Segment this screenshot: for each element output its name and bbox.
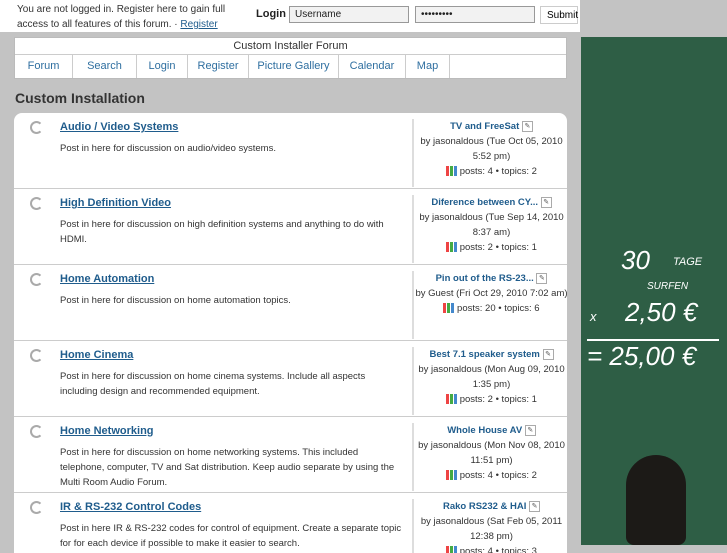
forum-title-link[interactable]: Home Cinema — [60, 349, 133, 361]
person-image — [626, 455, 686, 545]
top-bar: You are not logged in. Register here to … — [0, 0, 580, 32]
last-post-link[interactable]: Diference between CY... — [431, 197, 538, 208]
last-post-link[interactable]: Pin out of the RS-23... — [436, 273, 534, 284]
forum-row: IR & RS-232 Control Codes Post in here I… — [14, 493, 567, 553]
forum-row: High Definition Video Post in here for d… — [14, 189, 567, 265]
stats-icon — [443, 303, 455, 314]
forum-description: Post in here for discussion on home auto… — [60, 295, 291, 306]
last-post-author: by Guest (Fri Oct 29, 2010 7:02 am) — [415, 288, 567, 299]
category-heading: Custom Installation — [15, 90, 145, 106]
view-latest-post-icon[interactable]: ✎ — [521, 120, 533, 132]
forum-title-link[interactable]: High Definition Video — [60, 197, 171, 209]
forum-stats: posts: 4 • topics: 2 — [459, 166, 537, 177]
nav-forum[interactable]: Forum — [15, 55, 73, 78]
last-post-author: by jasonaldous (Tue Sep 14, 2010 8:37 am… — [419, 212, 564, 238]
stats-icon — [446, 242, 458, 253]
forum-stats: posts: 4 • topics: 3 — [459, 546, 537, 553]
view-latest-post-icon[interactable]: ✎ — [536, 272, 548, 284]
stats-icon — [446, 166, 458, 177]
forum-stats: posts: 2 • topics: 1 — [459, 242, 537, 253]
last-post-link[interactable]: TV and FreeSat — [450, 121, 519, 132]
site-title: Custom Installer Forum — [15, 38, 566, 55]
forum-read-icon — [30, 349, 43, 362]
forum-description: Post in here for discussion on high defi… — [60, 219, 384, 245]
forum-title-link[interactable]: IR & RS-232 Control Codes — [60, 501, 201, 513]
forum-title-link[interactable]: Home Networking — [60, 425, 154, 437]
forum-description: Post in here for discussion on audio/vid… — [60, 143, 276, 154]
login-notice: You are not logged in. Register here to … — [17, 4, 226, 30]
view-latest-post-icon[interactable]: ✎ — [529, 500, 541, 512]
last-post-author: by jasonaldous (Tue Oct 05, 2010 5:52 pm… — [420, 136, 563, 162]
last-post-link[interactable]: Whole House AV — [447, 425, 522, 436]
view-latest-post-icon[interactable]: ✎ — [524, 424, 536, 436]
stats-icon — [446, 394, 458, 405]
forum-row: Audio / Video Systems Post in here for d… — [14, 113, 567, 189]
nav-picture-gallery[interactable]: Picture Gallery — [249, 55, 339, 78]
last-post: Pin out of the RS-23... ✎ by Guest (Fri … — [412, 271, 567, 339]
password-input[interactable] — [415, 6, 535, 23]
submit-button[interactable]: Submit — [540, 6, 578, 24]
forum-read-icon — [30, 501, 43, 514]
main-nav: Custom Installer Forum Forum Search Logi… — [14, 37, 567, 79]
last-post-author: by jasonaldous (Mon Nov 08, 2010 11:51 p… — [418, 440, 565, 466]
forum-row: Home Networking Post in here for discuss… — [14, 417, 567, 493]
last-post-link[interactable]: Rako RS232 & HAI — [443, 501, 526, 512]
login-label: Login — [256, 8, 286, 20]
nav-map[interactable]: Map — [406, 55, 450, 78]
forum-read-icon — [30, 197, 43, 210]
last-post: TV and FreeSat ✎ by jasonaldous (Tue Oct… — [412, 119, 567, 187]
username-input[interactable] — [289, 6, 409, 23]
nav-register[interactable]: Register — [188, 55, 249, 78]
stats-icon — [446, 470, 458, 481]
last-post: Diference between CY... ✎ by jasonaldous… — [412, 195, 567, 263]
last-post-author: by jasonaldous (Mon Aug 09, 2010 1:35 pm… — [418, 364, 565, 390]
register-link[interactable]: Register — [180, 19, 217, 30]
forum-read-icon — [30, 273, 43, 286]
forum-title-link[interactable]: Audio / Video Systems — [60, 121, 178, 133]
forum-list: Audio / Video Systems Post in here for d… — [14, 113, 567, 553]
forum-read-icon — [30, 121, 43, 134]
view-latest-post-icon[interactable]: ✎ — [540, 196, 552, 208]
forum-title-link[interactable]: Home Automation — [60, 273, 154, 285]
last-post: Whole House AV ✎ by jasonaldous (Mon Nov… — [412, 423, 567, 491]
nav-login[interactable]: Login — [137, 55, 188, 78]
stats-icon — [446, 546, 458, 553]
forum-stats: posts: 4 • topics: 2 — [459, 470, 537, 481]
last-post-link[interactable]: Best 7.1 speaker system — [429, 349, 539, 360]
advertisement[interactable]: 30 TAGE SURFEN x 2,50 € = 25,00 € — [581, 37, 727, 545]
last-post: Best 7.1 speaker system ✎ by jasonaldous… — [412, 347, 567, 415]
forum-description: Post in here IR & RS-232 codes for contr… — [60, 523, 402, 549]
last-post-author: by jasonaldous (Sat Feb 05, 2011 12:38 p… — [420, 516, 563, 542]
forum-description: Post in here for discussion on home cine… — [60, 371, 366, 397]
forum-row: Home Cinema Post in here for discussion … — [14, 341, 567, 417]
forum-stats: posts: 20 • topics: 6 — [457, 303, 540, 314]
nav-calendar[interactable]: Calendar — [339, 55, 406, 78]
forum-read-icon — [30, 425, 43, 438]
nav-search[interactable]: Search — [73, 55, 137, 78]
forum-description: Post in here for discussion on home netw… — [60, 447, 395, 488]
view-latest-post-icon[interactable]: ✎ — [542, 348, 554, 360]
forum-row: Home Automation Post in here for discuss… — [14, 265, 567, 341]
forum-stats: posts: 2 • topics: 1 — [459, 394, 537, 405]
